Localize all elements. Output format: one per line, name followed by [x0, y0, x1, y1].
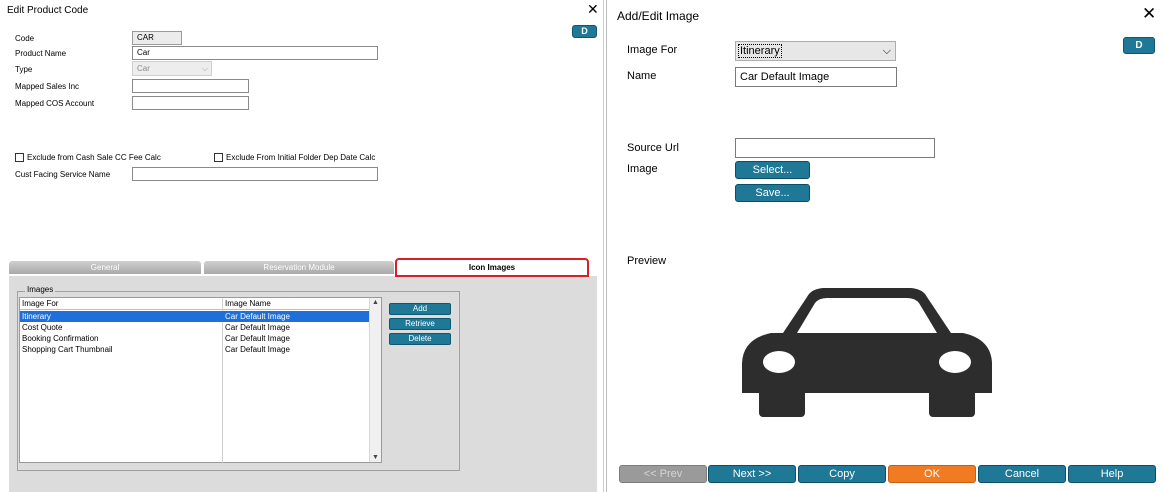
mapped-cos-field[interactable] — [132, 96, 249, 110]
preview-label: Preview — [627, 255, 667, 267]
cell-image-name: Car Default Image — [225, 334, 290, 343]
cell-image-name: Car Default Image — [225, 345, 290, 354]
table-row[interactable]: Cost Quote Car Default Image — [20, 322, 370, 333]
add-button[interactable]: Add — [389, 303, 451, 315]
scroll-up-icon[interactable]: ▲ — [372, 299, 379, 306]
list-header: Image For Image Name — [20, 298, 370, 310]
delete-button[interactable]: Delete — [389, 333, 451, 345]
tab-reservation-module[interactable]: Reservation Module — [204, 261, 394, 274]
type-label: Type — [15, 65, 33, 74]
image-for-value: Itinerary — [738, 44, 782, 58]
cell-image-for: Itinerary — [22, 312, 51, 321]
tab-icon-images[interactable]: Icon Images — [395, 258, 589, 277]
mapped-sales-label: Mapped Sales Inc — [15, 82, 80, 91]
cell-image-for: Booking Confirmation — [22, 334, 99, 343]
cell-image-for: Shopping Cart Thumbnail — [22, 345, 113, 354]
image-for-label: Image For — [627, 44, 678, 56]
cell-image-name: Car Default Image — [225, 312, 290, 321]
help-button[interactable]: Help — [1068, 465, 1156, 483]
product-name-label: Product Name — [15, 49, 67, 58]
source-url-field[interactable] — [735, 138, 935, 158]
edit-product-code-dialog: Edit Product Code ✕ D Code CAR Product N… — [0, 0, 604, 492]
mapped-cos-label: Mapped COS Account — [15, 99, 95, 108]
code-field[interactable]: CAR — [132, 31, 182, 45]
exclude-initial-folder-label: Exclude From Initial Folder Dep Date Cal… — [226, 153, 376, 162]
tab-general[interactable]: General — [9, 261, 201, 274]
cust-facing-field[interactable] — [132, 167, 378, 181]
cell-image-for: Cost Quote — [22, 323, 63, 332]
d-button[interactable]: D — [572, 25, 597, 38]
type-select[interactable]: Car ⌵ — [132, 61, 212, 76]
exclude-initial-folder-checkbox[interactable] — [214, 153, 223, 162]
exclude-cash-sale-checkbox[interactable] — [15, 153, 24, 162]
image-for-select[interactable]: Itinerary ⌵ — [735, 41, 896, 61]
col-header-image-name[interactable]: Image Name — [225, 299, 271, 308]
cust-facing-label: Cust Facing Service Name — [15, 170, 111, 179]
chevron-down-icon: ⌵ — [882, 45, 891, 57]
scroll-down-icon[interactable]: ▼ — [372, 454, 379, 461]
name-label: Name — [627, 70, 657, 82]
close-icon[interactable]: ✕ — [587, 2, 599, 16]
ok-button[interactable]: OK — [888, 465, 976, 483]
chevron-down-icon: ⌵ — [201, 64, 208, 73]
dialog-title: Edit Product Code — [7, 5, 89, 16]
dialog-title: Add/Edit Image — [617, 9, 700, 23]
type-select-value: Car — [137, 64, 150, 73]
table-row[interactable]: Booking Confirmation Car Default Image — [20, 333, 370, 344]
add-edit-image-dialog: Add/Edit Image ✕ D Image For Itinerary ⌵… — [606, 0, 1164, 492]
images-group-label: Images — [25, 285, 56, 294]
mapped-sales-field[interactable] — [132, 79, 249, 93]
next-button[interactable]: Next >> — [708, 465, 796, 483]
code-label: Code — [15, 34, 35, 43]
retrieve-button[interactable]: Retrieve — [389, 318, 451, 330]
image-label: Image — [627, 163, 658, 175]
car-icon — [742, 288, 992, 417]
prev-button[interactable]: << Prev — [619, 465, 707, 483]
select-button[interactable]: Select... — [735, 161, 810, 179]
cancel-button[interactable]: Cancel — [978, 465, 1066, 483]
col-header-image-for[interactable]: Image For — [22, 299, 58, 308]
exclude-cash-sale-label: Exclude from Cash Sale CC Fee Calc — [27, 153, 161, 162]
cell-image-name: Car Default Image — [225, 323, 290, 332]
source-url-label: Source Url — [627, 142, 679, 154]
product-name-field[interactable]: Car — [132, 46, 378, 60]
images-list[interactable]: Image For Image Name Itinerary Car Defau… — [19, 297, 382, 464]
d-button[interactable]: D — [1123, 37, 1155, 54]
list-scrollbar[interactable]: ▲ ▼ — [369, 298, 381, 462]
table-row[interactable]: Shopping Cart Thumbnail Car Default Imag… — [20, 344, 370, 355]
save-button[interactable]: Save... — [735, 184, 810, 202]
name-field[interactable]: Car Default Image — [735, 67, 897, 87]
close-icon[interactable]: ✕ — [1142, 5, 1156, 22]
table-row[interactable]: Itinerary Car Default Image — [20, 311, 370, 322]
copy-button[interactable]: Copy — [798, 465, 886, 483]
